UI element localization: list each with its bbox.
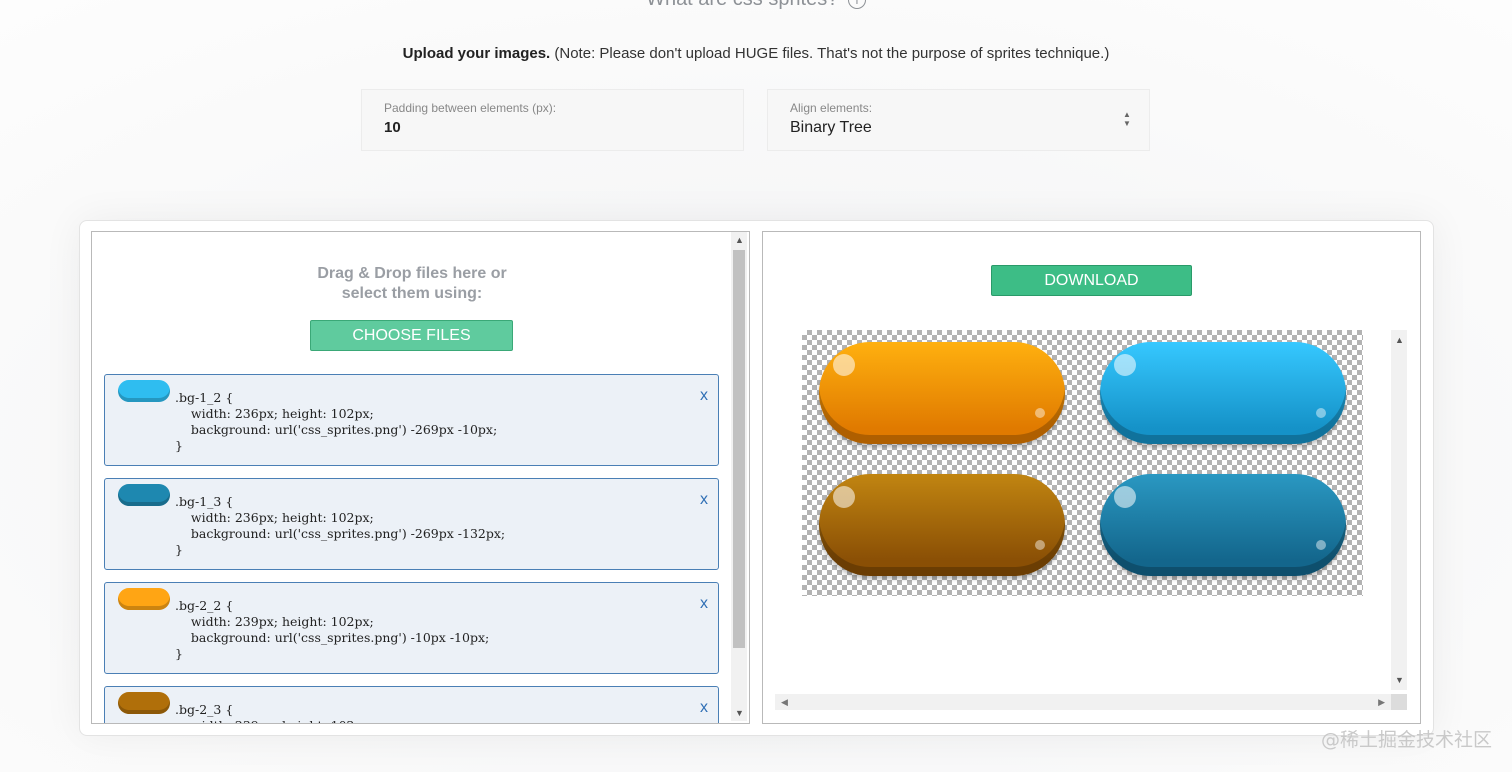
upload-note-text: (Note: Please don't upload HUGE files. T… [550,45,1110,62]
file-thumbnail [118,484,170,506]
scroll-up-icon[interactable]: ▲ [1395,335,1404,345]
sprite-image [819,474,1065,576]
select-updown-icon[interactable]: ▲ ▼ [1121,110,1133,128]
output-panel: DOWNLOAD ▲ ▼ ◀ ▶ [762,231,1421,724]
remove-file-button[interactable]: x [700,595,708,613]
upload-note-bold: Upload your images. [402,45,551,62]
remove-file-button[interactable]: x [700,699,708,717]
scroll-down-icon[interactable]: ▼ [735,708,744,718]
info-circle-icon[interactable]: i [847,0,866,9]
uploader-panel[interactable]: Drag & Drop files here or select them us… [91,231,750,724]
choose-files-button[interactable]: CHOOSE FILES [310,320,513,351]
uploader-scrollbar[interactable]: ▲ ▼ [731,232,747,721]
align-select[interactable]: Align elements: Binary Tree ▲ ▼ [767,89,1150,151]
css-code: .bg-2_2 { width: 239px; height: 102px; b… [175,598,490,661]
watermark: @稀土掘金技术社区 [1320,729,1492,751]
file-item: .bg-1_3 { width: 236px; height: 102px; b… [104,478,719,570]
scroll-down-icon[interactable]: ▼ [1395,675,1404,685]
file-thumbnail [118,692,170,714]
sprite-image [819,342,1065,444]
padding-label: Padding between elements (px): [384,101,557,115]
drop-line-1: Drag & Drop files here or [317,265,507,282]
file-thumbnail [118,380,170,402]
align-label: Align elements: [790,101,873,115]
css-code: .bg-1_3 { width: 236px; height: 102px; b… [175,494,506,557]
page-title-text: What are css sprites? [646,0,838,10]
sprite-preview [802,330,1363,596]
scroll-up-icon[interactable]: ▲ [735,235,744,245]
scrollbar-thumb[interactable] [733,250,745,648]
scroll-right-icon[interactable]: ▶ [1378,697,1385,708]
drop-zone-text: Drag & Drop files here or select them us… [92,264,732,304]
align-value[interactable]: Binary Tree [790,119,1127,137]
padding-field[interactable]: Padding between elements (px): 10 [361,89,744,151]
css-code: .bg-1_2 { width: 236px; height: 102px; b… [175,390,498,453]
remove-file-button[interactable]: x [700,387,708,405]
scroll-left-icon[interactable]: ◀ [781,697,788,708]
padding-input[interactable]: 10 [384,119,721,136]
file-thumbnail [118,588,170,610]
css-code: .bg-2_3 { width: 239px; height: 102px; [175,702,374,723]
download-button[interactable]: DOWNLOAD [991,265,1192,296]
file-item: .bg-1_2 { width: 236px; height: 102px; b… [104,374,719,466]
scrollbar-corner [1391,694,1407,710]
preview-horizontal-scrollbar[interactable]: ◀ ▶ [775,694,1391,710]
sprite-image [1100,342,1346,444]
remove-file-button[interactable]: x [700,491,708,509]
page-title: What are css sprites? i [0,0,1512,11]
upload-note: Upload your images. (Note: Please don't … [0,45,1512,62]
sprite-image [1100,474,1346,576]
preview-vertical-scrollbar[interactable]: ▲ ▼ [1391,330,1407,690]
file-item: .bg-2_3 { width: 239px; height: 102px; x [104,686,719,723]
file-item: .bg-2_2 { width: 239px; height: 102px; b… [104,582,719,674]
drop-line-2: select them using: [341,285,483,302]
